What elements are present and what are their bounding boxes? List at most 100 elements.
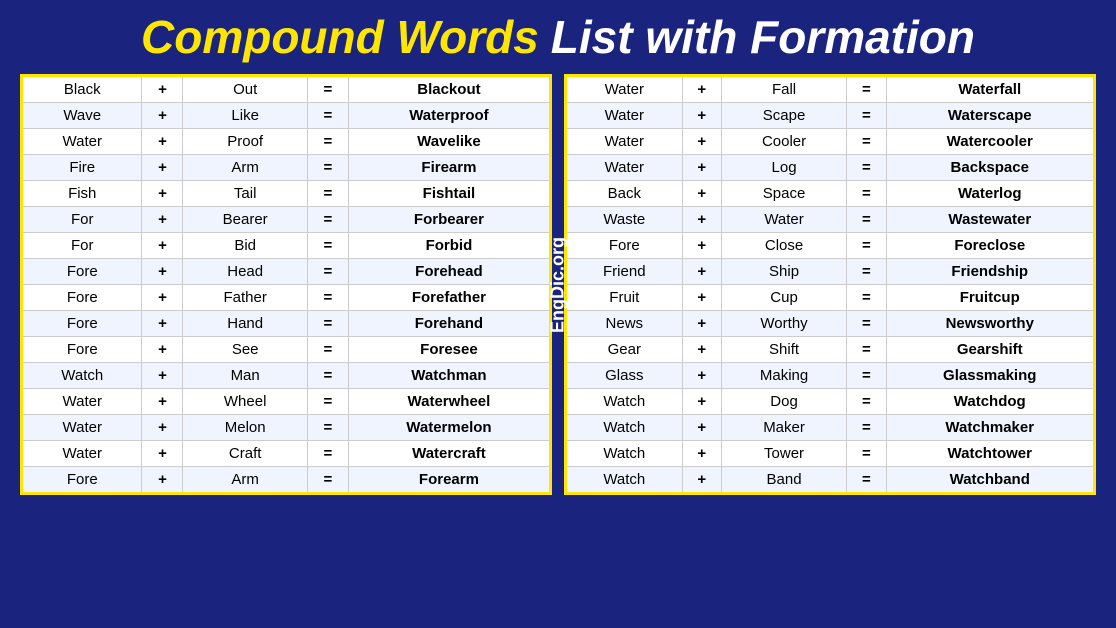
plus-operator: +	[142, 259, 183, 285]
compound-word: Waterlog	[886, 181, 1095, 207]
compound-word: Wastewater	[886, 207, 1095, 233]
plus-operator: +	[682, 415, 721, 441]
word-part: Waste	[566, 207, 683, 233]
compound-word: Watchband	[886, 467, 1095, 494]
word-part: Tail	[183, 181, 307, 207]
word-part: Man	[183, 363, 307, 389]
compound-word: Fruitcup	[886, 285, 1095, 311]
table-row: Fore+Father=Forefather	[22, 285, 551, 311]
table-row: Friend+Ship=Friendship	[566, 259, 1095, 285]
equals-operator: =	[307, 155, 348, 181]
plus-operator: +	[682, 311, 721, 337]
table-row: Watch+Man=Watchman	[22, 363, 551, 389]
word-part: Bearer	[183, 207, 307, 233]
equals-operator: =	[847, 389, 886, 415]
equals-operator: =	[847, 259, 886, 285]
equals-operator: =	[307, 363, 348, 389]
word-part: Bid	[183, 233, 307, 259]
compound-word: Watchtower	[886, 441, 1095, 467]
compound-word: Foreclose	[886, 233, 1095, 259]
word-part: Water	[22, 389, 142, 415]
word-part: Water	[22, 441, 142, 467]
compound-word: Watchmaker	[886, 415, 1095, 441]
plus-operator: +	[142, 311, 183, 337]
table-row: Watch+Tower=Watchtower	[566, 441, 1095, 467]
word-part: Proof	[183, 129, 307, 155]
word-part: Father	[183, 285, 307, 311]
word-part: Black	[22, 76, 142, 103]
equals-operator: =	[307, 467, 348, 494]
right-table: Water+Fall=WaterfallWater+Scape=Watersca…	[564, 74, 1096, 495]
equals-operator: =	[847, 129, 886, 155]
word-part: Fore	[22, 311, 142, 337]
compound-word: Newsworthy	[886, 311, 1095, 337]
compound-word: Fishtail	[348, 181, 550, 207]
word-part: Cup	[721, 285, 846, 311]
table-row: Fish+Tail=Fishtail	[22, 181, 551, 207]
table-row: Fire+Arm=Firearm	[22, 155, 551, 181]
equals-operator: =	[307, 337, 348, 363]
word-part: News	[566, 311, 683, 337]
plus-operator: +	[682, 207, 721, 233]
compound-word: Friendship	[886, 259, 1095, 285]
word-part: Shift	[721, 337, 846, 363]
tables-container: EngDic.org Black+Out=BlackoutWave+Like=W…	[20, 74, 1096, 495]
word-part: Band	[721, 467, 846, 494]
table-row: News+Worthy=Newsworthy	[566, 311, 1095, 337]
compound-word: Waterfall	[886, 76, 1095, 103]
table-row: Water+Craft=Watercraft	[22, 441, 551, 467]
compound-word: Forearm	[348, 467, 550, 494]
word-part: Water	[566, 76, 683, 103]
compound-word: Watchman	[348, 363, 550, 389]
word-part: Water	[566, 155, 683, 181]
plus-operator: +	[142, 207, 183, 233]
table-row: Gear+Shift=Gearshift	[566, 337, 1095, 363]
plus-operator: +	[142, 415, 183, 441]
plus-operator: +	[142, 233, 183, 259]
equals-operator: =	[307, 181, 348, 207]
plus-operator: +	[682, 181, 721, 207]
table-row: Wave+Like=Waterproof	[22, 103, 551, 129]
plus-operator: +	[682, 129, 721, 155]
plus-operator: +	[682, 467, 721, 494]
equals-operator: =	[307, 233, 348, 259]
plus-operator: +	[142, 103, 183, 129]
plus-operator: +	[682, 103, 721, 129]
word-part: Space	[721, 181, 846, 207]
word-part: Watch	[566, 441, 683, 467]
word-part: Watch	[566, 467, 683, 494]
equals-operator: =	[847, 155, 886, 181]
word-part: Worthy	[721, 311, 846, 337]
plus-operator: +	[142, 76, 183, 103]
equals-operator: =	[847, 76, 886, 103]
word-part: Fruit	[566, 285, 683, 311]
equals-operator: =	[847, 207, 886, 233]
plus-operator: +	[682, 363, 721, 389]
word-part: Wheel	[183, 389, 307, 415]
compound-word: Forbearer	[348, 207, 550, 233]
compound-word: Watercooler	[886, 129, 1095, 155]
plus-operator: +	[142, 285, 183, 311]
equals-operator: =	[847, 181, 886, 207]
word-part: Back	[566, 181, 683, 207]
plus-operator: +	[682, 233, 721, 259]
word-part: Fish	[22, 181, 142, 207]
equals-operator: =	[847, 337, 886, 363]
plus-operator: +	[142, 155, 183, 181]
plus-operator: +	[682, 76, 721, 103]
plus-operator: +	[142, 389, 183, 415]
word-part: Watch	[566, 415, 683, 441]
plus-operator: +	[142, 467, 183, 494]
table-row: Fore+Close=Foreclose	[566, 233, 1095, 259]
compound-word: Forehead	[348, 259, 550, 285]
page-title: Compound Words List with Formation	[141, 10, 975, 64]
table-row: Black+Out=Blackout	[22, 76, 551, 103]
equals-operator: =	[847, 415, 886, 441]
word-part: Close	[721, 233, 846, 259]
table-row: Watch+Band=Watchband	[566, 467, 1095, 494]
word-part: Wave	[22, 103, 142, 129]
plus-operator: +	[682, 337, 721, 363]
equals-operator: =	[847, 441, 886, 467]
table-row: Water+Wheel=Waterwheel	[22, 389, 551, 415]
word-part: Fore	[22, 259, 142, 285]
